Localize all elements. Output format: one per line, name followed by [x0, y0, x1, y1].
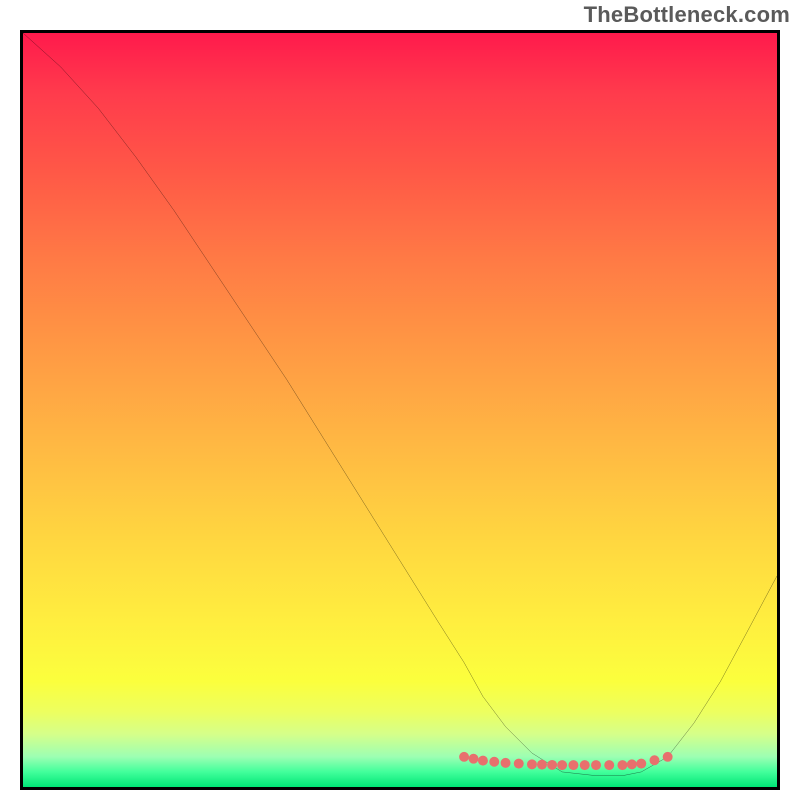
heat-gradient-background [23, 33, 777, 787]
watermark-text: TheBottleneck.com [584, 2, 790, 28]
plot-area [20, 30, 780, 790]
chart-container: TheBottleneck.com [0, 0, 800, 800]
